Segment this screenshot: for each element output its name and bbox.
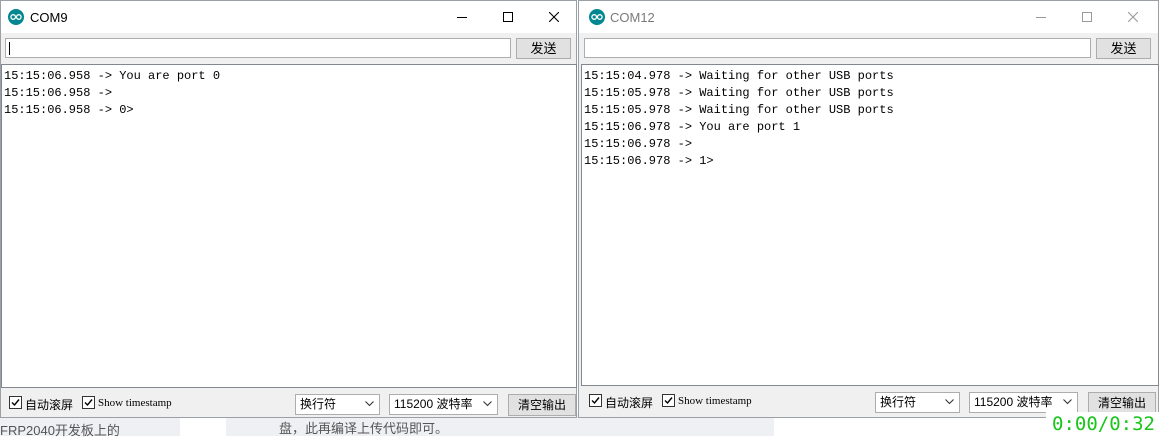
background-text-center: 盘，此再编译上传代码即可。 <box>279 421 449 436</box>
bottom-bar: 自动滚屏 Show timestamp 换行符 115200 波特率 清空输出 <box>1 389 576 419</box>
line-ending-select[interactable]: 换行符 <box>875 392 960 413</box>
close-icon <box>1128 12 1138 22</box>
close-button[interactable] <box>1110 1 1156 33</box>
autoscroll-checkbox[interactable] <box>9 396 22 409</box>
maximize-icon <box>503 12 513 22</box>
output-line: 15:15:05.978 -> Waiting for other USB po… <box>584 86 894 100</box>
minimize-button[interactable] <box>439 1 485 33</box>
serial-monitor-window-com9: COM9 发送 15:15:06.958 -> You are port 0 1… <box>0 0 577 418</box>
chevron-down-icon <box>945 399 954 405</box>
serial-output[interactable]: 15:15:04.978 -> Waiting for other USB po… <box>581 64 1159 386</box>
line-ending-select[interactable]: 换行符 <box>295 394 380 415</box>
serial-output[interactable]: 15:15:06.958 -> You are port 0 15:15:06.… <box>1 64 577 388</box>
title-bar[interactable]: COM12 <box>579 1 1158 33</box>
checkmark-icon <box>664 397 673 405</box>
timestamp-checkbox[interactable] <box>82 396 95 409</box>
output-line: 15:15:04.978 -> Waiting for other USB po… <box>584 69 894 83</box>
autoscroll-label: 自动滚屏 <box>605 396 654 410</box>
baud-rate-value: 115200 波特率 <box>394 397 473 411</box>
line-ending-value: 换行符 <box>880 395 917 409</box>
background-text-left: FRP2040开发板上的 <box>0 423 120 438</box>
minimize-button[interactable] <box>1018 1 1064 33</box>
minimize-icon <box>1036 17 1046 18</box>
output-line: 15:15:06.958 -> You are port 0 <box>4 69 221 83</box>
minimize-icon <box>457 17 467 18</box>
serial-monitor-window-com12: COM12 发送 15:15:04.978 -> Waiting for oth… <box>578 0 1159 418</box>
title-bar[interactable]: COM9 <box>1 1 576 33</box>
baud-rate-select[interactable]: 115200 波特率 <box>969 392 1078 413</box>
output-line: 15:15:06.978 -> <box>584 137 700 151</box>
checkmark-icon <box>84 399 93 407</box>
chevron-down-icon <box>365 401 374 407</box>
maximize-button[interactable] <box>1064 1 1110 33</box>
clear-output-button[interactable]: 清空输出 <box>1088 392 1156 414</box>
baud-rate-value: 115200 波特率 <box>974 395 1053 409</box>
clear-output-button[interactable]: 清空输出 <box>508 394 576 416</box>
timestamp-label: Show timestamp <box>98 397 172 409</box>
text-caret <box>9 42 10 55</box>
send-input[interactable] <box>5 38 511 58</box>
maximize-button[interactable] <box>485 1 531 33</box>
close-icon <box>549 12 559 22</box>
output-line: 15:15:06.978 -> 1> <box>584 154 714 168</box>
chevron-down-icon <box>483 401 492 407</box>
output-line: 15:15:06.958 -> 0> <box>4 103 134 117</box>
window-title: COM9 <box>30 10 68 25</box>
send-button[interactable]: 发送 <box>1096 38 1151 59</box>
autoscroll-label: 自动滚屏 <box>25 398 74 412</box>
chevron-down-icon <box>1063 399 1072 405</box>
autoscroll-checkbox[interactable] <box>589 394 602 407</box>
output-line: 15:15:05.978 -> Waiting for other USB po… <box>584 103 894 117</box>
close-button[interactable] <box>531 1 577 33</box>
video-time-display: 0:00/0:32 <box>1046 412 1159 436</box>
line-ending-value: 换行符 <box>300 397 337 411</box>
send-input[interactable] <box>584 38 1091 58</box>
output-line: 15:15:06.978 -> You are port 1 <box>584 120 801 134</box>
checkmark-icon <box>591 397 600 405</box>
output-line: 15:15:06.958 -> <box>4 86 120 100</box>
checkmark-icon <box>11 399 20 407</box>
timestamp-checkbox[interactable] <box>662 394 675 407</box>
window-title: COM12 <box>610 10 655 25</box>
baud-rate-select[interactable]: 115200 波特率 <box>389 394 498 415</box>
arduino-icon <box>8 9 24 25</box>
timestamp-label: Show timestamp <box>678 395 752 407</box>
send-button[interactable]: 发送 <box>516 38 571 59</box>
arduino-icon <box>589 9 605 25</box>
maximize-icon <box>1082 12 1092 22</box>
